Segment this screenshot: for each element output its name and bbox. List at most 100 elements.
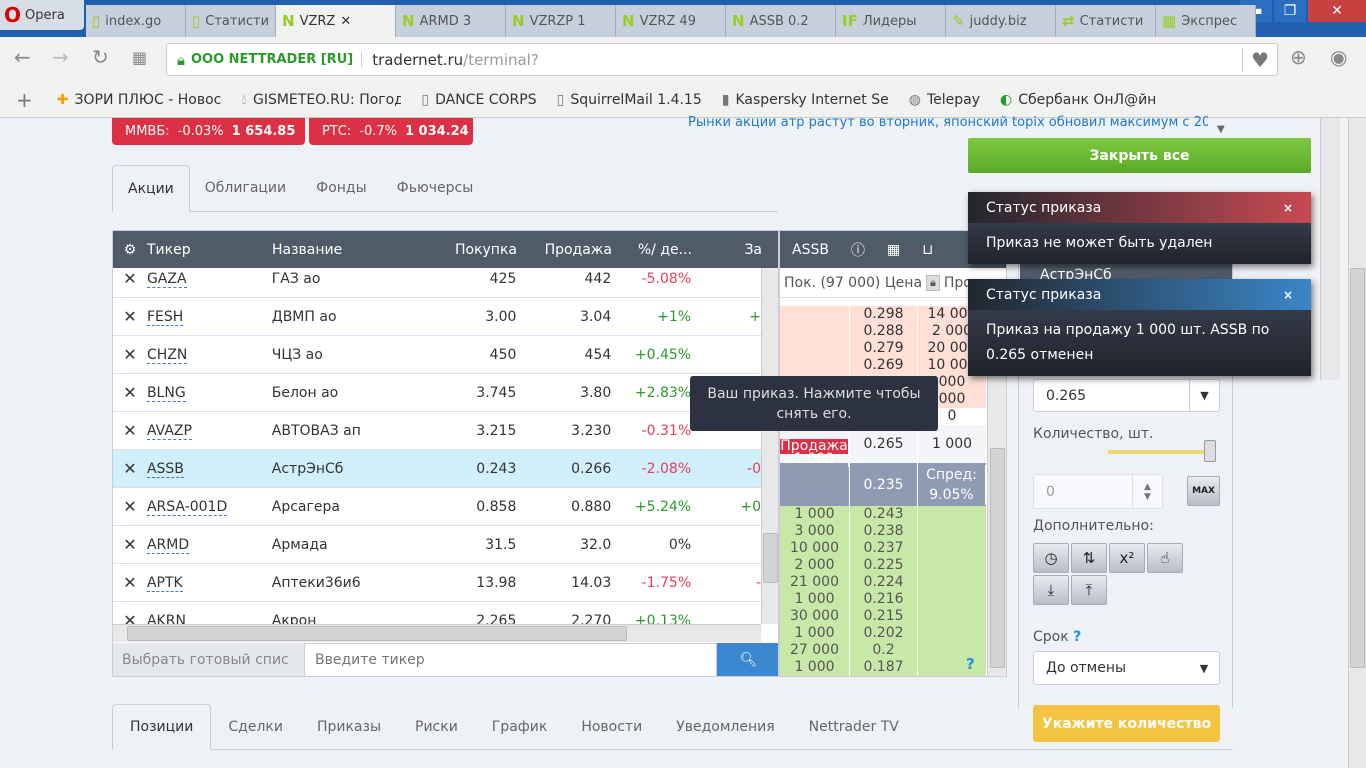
ticker-link[interactable]: BLNG — [146, 384, 186, 402]
opera-menu-button[interactable]: O Opera — [0, 0, 84, 30]
table-row[interactable]: ✕ AKRN Акрон 2.265 2.270 +0.13% — [113, 602, 761, 624]
ask-row[interactable]: 0.288 2 000 — [780, 323, 987, 340]
address-bar[interactable]: 🔒︎ ООО NETTRADER [RU] tradernet.ru/termi… — [166, 43, 1278, 76]
browser-tab[interactable]: N ARMD 3 — [396, 5, 506, 37]
bookmark[interactable]: ▯ SquirrelMail 1.4.15 — [557, 92, 702, 108]
market-tab[interactable]: Фонды — [301, 165, 382, 211]
ticker-link[interactable]: APTK — [146, 574, 183, 592]
browser-tab[interactable]: ✎ juddy.biz — [946, 5, 1056, 37]
back-icon[interactable]: ← — [14, 45, 31, 69]
price-select[interactable]: 0.265 ▼ — [1033, 379, 1220, 412]
bottom-tab[interactable]: Риски — [398, 704, 475, 749]
bookmark[interactable]: ◍ Telepay — [909, 92, 980, 108]
bottom-tab[interactable]: График — [475, 704, 565, 749]
col-extra[interactable]: За — [692, 242, 762, 258]
hand-pointer-icon[interactable]: ☝ — [1147, 543, 1183, 573]
bottom-tab[interactable]: Сделки — [211, 704, 300, 749]
bookmark[interactable]: ▯ DANCE CORPS — [421, 92, 536, 108]
bottom-tab[interactable]: Позиции — [112, 704, 212, 750]
ticker-link[interactable]: AKRN — [146, 612, 186, 624]
remove-icon[interactable]: ✕ — [113, 459, 147, 478]
arrow-down-bar-icon[interactable]: ⤓ — [1033, 575, 1069, 605]
table-row[interactable]: ✕ CHZN ЧЦЗ ао 450 454 +0.45% — [113, 336, 761, 374]
table-row[interactable]: ✕ APTK Аптеки36и6 13.98 14.03 -1.75% - — [113, 564, 761, 602]
reload-icon[interactable]: ↻ — [92, 45, 109, 69]
col-bid[interactable]: Покупка — [437, 242, 517, 258]
ticker-link[interactable]: ARSA-001D — [146, 498, 228, 516]
bid-row[interactable]: 10 000 0.237 — [780, 540, 987, 557]
table-row[interactable]: ✕ FESH ДВМП ао 3.00 3.04 +1% + — [113, 298, 761, 336]
remove-icon[interactable]: ✕ — [113, 535, 147, 554]
heart-icon[interactable]: ♥ — [1242, 47, 1277, 72]
settings-gear-icon[interactable]: ⚙ — [113, 242, 147, 258]
x-squared-icon[interactable]: x² — [1109, 543, 1145, 573]
ask-row[interactable]: 0.298 14 000 — [780, 306, 987, 323]
browser-tab[interactable]: N VZRZ 49 — [616, 5, 726, 37]
table-row[interactable]: ✕ GAZA ГАЗ ао 425 442 -5.08% — [113, 260, 761, 298]
term-select[interactable]: До отмены ▼ — [1033, 651, 1220, 685]
close-window-button[interactable]: ✕ — [1308, 0, 1366, 22]
help-icon[interactable]: ? — [1073, 629, 1081, 645]
close-icon[interactable]: × — [1283, 201, 1293, 215]
bottom-tab[interactable]: Nettrader TV — [792, 704, 916, 749]
remove-icon[interactable]: ✕ — [113, 611, 147, 624]
remove-icon[interactable]: ✕ — [113, 421, 147, 440]
table-row[interactable]: ✕ BLNG Белон ао 3.745 3.80 +2.83% — [113, 374, 761, 412]
market-tab[interactable]: Облигации — [190, 165, 301, 211]
account-icon[interactable]: ◉ — [1330, 45, 1347, 69]
remove-icon[interactable]: ✕ — [113, 269, 147, 288]
bookmark[interactable]: ▮ Kaspersky Internet Se — [722, 92, 889, 108]
table-row[interactable]: ✕ ARMD Армада 31.5 32.0 0% — [113, 526, 761, 564]
ask-row[interactable]: 0.279 20 000 — [780, 340, 987, 357]
bid-row[interactable]: 1 000 0.216 — [780, 591, 987, 608]
news-dropdown-icon[interactable]: ▼ — [1217, 124, 1225, 135]
table-row[interactable]: ✕ ARSA-001D Арсагера 0.858 0.880 +5.24% +0 — [113, 488, 761, 526]
browser-tab[interactable]: ▦ Экспрес — [1156, 5, 1256, 37]
close-tab-icon[interactable]: ✕ — [340, 14, 351, 29]
speed-dial-icon[interactable]: ▦ — [132, 48, 147, 67]
qty-slider-handle[interactable] — [1204, 440, 1216, 462]
ticker-link[interactable]: GAZA — [146, 270, 187, 288]
index-rts[interactable]: РТС: -0.7% 1 034.24 — [309, 118, 473, 145]
bid-row[interactable]: 21 000 0.224 — [780, 574, 987, 591]
download-icon[interactable]: ⊕ — [1290, 45, 1307, 69]
remove-icon[interactable]: ✕ — [113, 307, 147, 326]
table-vertical-scrollbar[interactable] — [761, 268, 778, 624]
index-micex[interactable]: ММВБ: -0.03% 1 654.85 — [112, 118, 305, 145]
market-tab[interactable]: Акции — [112, 165, 190, 212]
clock-icon[interactable]: ◷ — [1033, 543, 1069, 573]
bottom-tab[interactable]: Уведомления — [659, 704, 791, 749]
bid-row[interactable]: 2 000 0.225 — [780, 557, 987, 574]
browser-tab[interactable]: N ASSB 0.2 — [726, 5, 836, 37]
basket-icon[interactable]: ⊔ — [922, 242, 933, 258]
qty-slider[interactable] — [1108, 440, 1216, 462]
maximize-button[interactable]: ❐ — [1274, 0, 1306, 22]
arrow-up-bar-icon[interactable]: ⤒ — [1071, 575, 1107, 605]
close-all-button[interactable]: Закрыть все — [968, 138, 1311, 173]
add-bookmark-icon[interactable]: + — [16, 88, 33, 112]
browser-tab[interactable]: N VZRZ ✕ — [276, 5, 396, 37]
qty-stepper[interactable]: ▲ ▼ — [1132, 475, 1162, 508]
remove-icon[interactable]: ✕ — [113, 345, 147, 364]
bid-row[interactable]: 3 000 0.238 — [780, 523, 987, 540]
close-icon[interactable]: × — [1283, 288, 1293, 302]
bid-row[interactable]: 30 000 0.215 — [780, 608, 987, 625]
browser-tab[interactable]: ⇄ Статисти — [1056, 5, 1156, 37]
max-button[interactable]: MAX — [1187, 476, 1220, 506]
qty-input[interactable]: 0 ▲ ▼ — [1033, 474, 1163, 509]
bookmark[interactable]: ◐ Сбербанк ОнЛ@йн — [1000, 92, 1156, 108]
bookmark[interactable]: ✚ ЗОРИ ПЛЮС - Новос — [57, 92, 222, 108]
up-down-arrows-icon[interactable]: ⇅ — [1071, 543, 1107, 573]
table-row[interactable]: ✕ AVAZP АВТОВАЗ ап 3.215 3.230 -0.31% — [113, 412, 761, 450]
ticker-link[interactable]: FESH — [146, 308, 184, 326]
browser-tab[interactable]: N VZRZP 1 — [506, 5, 616, 37]
watchlist-select[interactable]: Выбрать готовый спис — [113, 643, 304, 676]
bid-row[interactable]: 27 000 0.2 — [780, 642, 987, 659]
remove-icon[interactable]: ✕ — [113, 573, 147, 592]
bookmark[interactable]: 💧︎ GISMETEO.RU: Погод — [241, 92, 401, 108]
search-button[interactable]: 🔍︎ — [717, 643, 778, 676]
bottom-tab[interactable]: Новости — [564, 704, 659, 749]
ticker-link[interactable]: ARMD — [146, 536, 190, 554]
browser-tab[interactable]: IF Лидеры — [836, 5, 946, 37]
ticker-link[interactable]: ASSB — [146, 460, 184, 478]
